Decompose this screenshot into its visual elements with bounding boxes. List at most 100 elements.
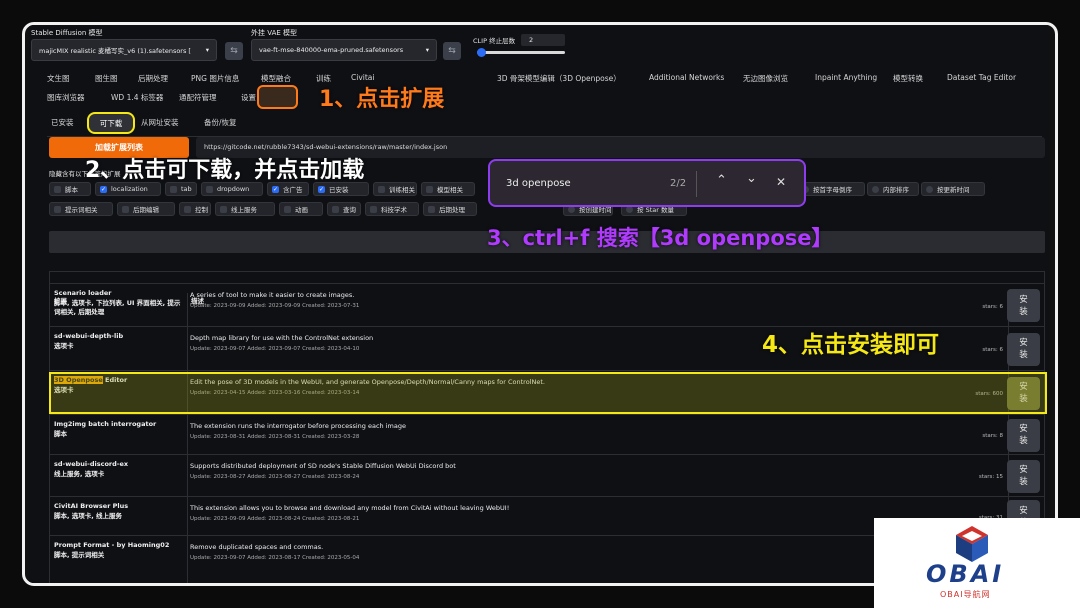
- checkbox-icon: [220, 205, 227, 213]
- extension-stars: stars: 8: [982, 433, 1003, 439]
- extension-name[interactable]: CivitAI Browser Plus 脚本, 选项卡, 线上服务: [54, 502, 184, 521]
- filter-tag-checkbox[interactable]: dropdown: [201, 182, 263, 196]
- clip-label: CLIP 终止层数: [473, 37, 516, 45]
- install-button[interactable]: 安装: [1007, 332, 1040, 366]
- filter-tag-label: 含广告: [283, 186, 303, 194]
- filter-tag-checkbox[interactable]: 线上服务: [215, 202, 275, 216]
- filter-tag-checkbox[interactable]: 控制: [179, 202, 211, 216]
- extension-tags: 选项卡: [54, 341, 74, 350]
- extension-name[interactable]: sd-webui-depth-lib 选项卡: [54, 332, 184, 351]
- vae-label: 外挂 VAE 模型: [251, 29, 298, 37]
- sort-radio[interactable]: 内部排序: [867, 182, 919, 196]
- main-tab[interactable]: 后期处理: [138, 73, 168, 84]
- extension-description: A series of tool to make it easier to cr…: [190, 291, 355, 299]
- checkbox-icon: [54, 185, 61, 193]
- table-row: Img2img batch interrogator 脚本 The extensio…: [49, 414, 1045, 454]
- filter-tag-label: 查询: [343, 206, 356, 214]
- screenshot-frame: Stable Diffusion 模型 majicMIX realistic 麦…: [22, 22, 1058, 586]
- main-tab[interactable]: 通配符管理: [179, 92, 217, 103]
- model-select[interactable]: majicMIX realistic 麦橘写实_v6 (1).safetenso…: [31, 39, 217, 61]
- extension-description: Supports distributed deployment of SD no…: [190, 462, 456, 470]
- filter-tag-checkbox[interactable]: ✓ 含广告: [267, 182, 309, 196]
- extension-description: Remove duplicated spaces and commas.: [190, 543, 324, 551]
- filter-tag-checkbox[interactable]: ✓ localization: [95, 182, 161, 196]
- sort-label: 按首字母倒序: [813, 186, 852, 194]
- install-button[interactable]: 安装: [1007, 289, 1040, 322]
- find-match-count: 2/2: [670, 178, 687, 189]
- vae-value: vae-ft-mse-840000-ema-pruned.safetensors: [259, 46, 404, 54]
- subtab-installed[interactable]: 已安装: [51, 117, 74, 128]
- extension-name[interactable]: Prompt Format - by Haoming02 脚本, 提示词相关: [54, 541, 184, 560]
- checkbox-icon: [122, 205, 129, 213]
- sort-radio[interactable]: 按首字母倒序: [797, 182, 865, 196]
- filter-tag-checkbox[interactable]: 脚本: [49, 182, 91, 196]
- table-row: Scenario loader 脚本, 选项卡, 下拉列表, UI 界面相关, 提…: [49, 283, 1045, 326]
- main-tab[interactable]: 设置: [241, 92, 256, 103]
- model-label: Stable Diffusion 模型: [31, 29, 103, 37]
- main-tab[interactable]: Inpaint Anything: [815, 73, 877, 82]
- main-tab[interactable]: WD 1.4 标签器: [111, 92, 163, 103]
- logo-brand: OBAI: [926, 560, 1005, 588]
- chevron-down-icon: ▾: [205, 46, 209, 54]
- checkbox-icon: [332, 205, 339, 213]
- filter-tag-checkbox[interactable]: 提示词相关: [49, 202, 113, 216]
- filter-tag-checkbox[interactable]: 动画: [279, 202, 323, 216]
- main-tab[interactable]: 模型转换: [893, 73, 923, 84]
- filter-tag-label: dropdown: [217, 185, 250, 193]
- main-tab[interactable]: 无边图像浏览: [743, 73, 788, 84]
- sort-label: 按更新时间: [937, 186, 970, 194]
- filter-tag-checkbox[interactable]: tab: [165, 182, 197, 196]
- main-tab[interactable]: 模型融合: [261, 73, 291, 84]
- filter-tag-label: 模型相关: [437, 186, 463, 194]
- vae-select[interactable]: vae-ft-mse-840000-ema-pruned.safetensors…: [251, 39, 437, 61]
- radio-icon: [872, 185, 879, 193]
- clip-slider[interactable]: [477, 48, 565, 57]
- find-close-icon[interactable]: ✕: [776, 175, 786, 189]
- subtab-available[interactable]: 可下载: [87, 112, 135, 134]
- sort-radio[interactable]: 按更新时间: [921, 182, 985, 196]
- extension-tags: 脚本, 选项卡, 下拉列表, UI 界面相关, 提示词相关, 后期处理: [54, 298, 181, 317]
- filter-tag-label: 提示词相关: [65, 206, 98, 214]
- main-tab[interactable]: 文生图: [47, 73, 70, 84]
- subtab-install-from-url[interactable]: 从网址安装: [141, 117, 179, 128]
- extension-stars: stars: 15: [978, 474, 1003, 480]
- extension-name[interactable]: Img2img batch interrogator 脚本: [54, 420, 184, 439]
- checkbox-checked-icon: ✓: [318, 185, 325, 193]
- main-tab[interactable]: 图生图: [95, 73, 118, 84]
- main-tab[interactable]: Additional Networks: [649, 73, 724, 82]
- filter-tag-label: tab: [181, 185, 192, 193]
- extension-name-text: Scenario loader: [54, 289, 112, 297]
- extension-dates: Update: 2023-08-27 Added: 2023-08-27 Cre…: [190, 474, 360, 480]
- main-tab[interactable]: Dataset Tag Editor: [947, 73, 1016, 82]
- obai-logo: OBAI OBAI导航网: [874, 518, 1080, 608]
- filter-tag-checkbox[interactable]: 查询: [327, 202, 361, 216]
- find-previous-icon[interactable]: ⌃: [716, 173, 727, 188]
- filter-tag-checkbox[interactable]: 后期处理: [423, 202, 477, 216]
- subtab-backup-restore[interactable]: 备份/恢复: [204, 117, 237, 128]
- install-button[interactable]: 安装: [1007, 418, 1040, 452]
- main-tab[interactable]: PNG 图片信息: [191, 73, 239, 84]
- refresh-vae-icon[interactable]: ⇆: [443, 42, 461, 60]
- annotation-step1: 1、点击扩展: [319, 87, 445, 112]
- find-query[interactable]: 3d openpose: [506, 178, 571, 189]
- filter-tag-checkbox[interactable]: 训练相关: [373, 182, 417, 196]
- checkbox-checked-icon: ✓: [272, 185, 279, 193]
- filter-tag-checkbox[interactable]: ✓ 已安装: [313, 182, 369, 196]
- filter-tag-label: 控制: [195, 206, 208, 214]
- extension-name[interactable]: sd-webui-discord-ex 线上服务, 选项卡: [54, 460, 184, 479]
- extension-name-text: sd-webui-discord-ex: [54, 460, 129, 468]
- main-tab[interactable]: 图库浏览器: [47, 92, 85, 103]
- filter-tag-label: 后期编辑: [133, 206, 159, 214]
- install-button[interactable]: 安装: [1007, 459, 1040, 493]
- filter-tag-checkbox[interactable]: 科技学术: [365, 202, 419, 216]
- find-next-icon[interactable]: ⌄: [746, 171, 757, 186]
- extension-name[interactable]: Scenario loader 脚本, 选项卡, 下拉列表, UI 界面相关, 提…: [54, 289, 184, 318]
- checkbox-icon: [378, 185, 385, 193]
- refresh-model-icon[interactable]: ⇆: [225, 42, 243, 60]
- sort-label: 内部排序: [883, 186, 909, 194]
- main-tab[interactable]: 3D 骨架模型编辑（3D Openpose）: [497, 73, 621, 84]
- filter-tag-checkbox[interactable]: 后期编辑: [117, 202, 175, 216]
- slider-handle[interactable]: [477, 48, 486, 57]
- clip-number-input[interactable]: 2: [521, 34, 565, 46]
- filter-tag-checkbox[interactable]: 模型相关: [421, 182, 475, 196]
